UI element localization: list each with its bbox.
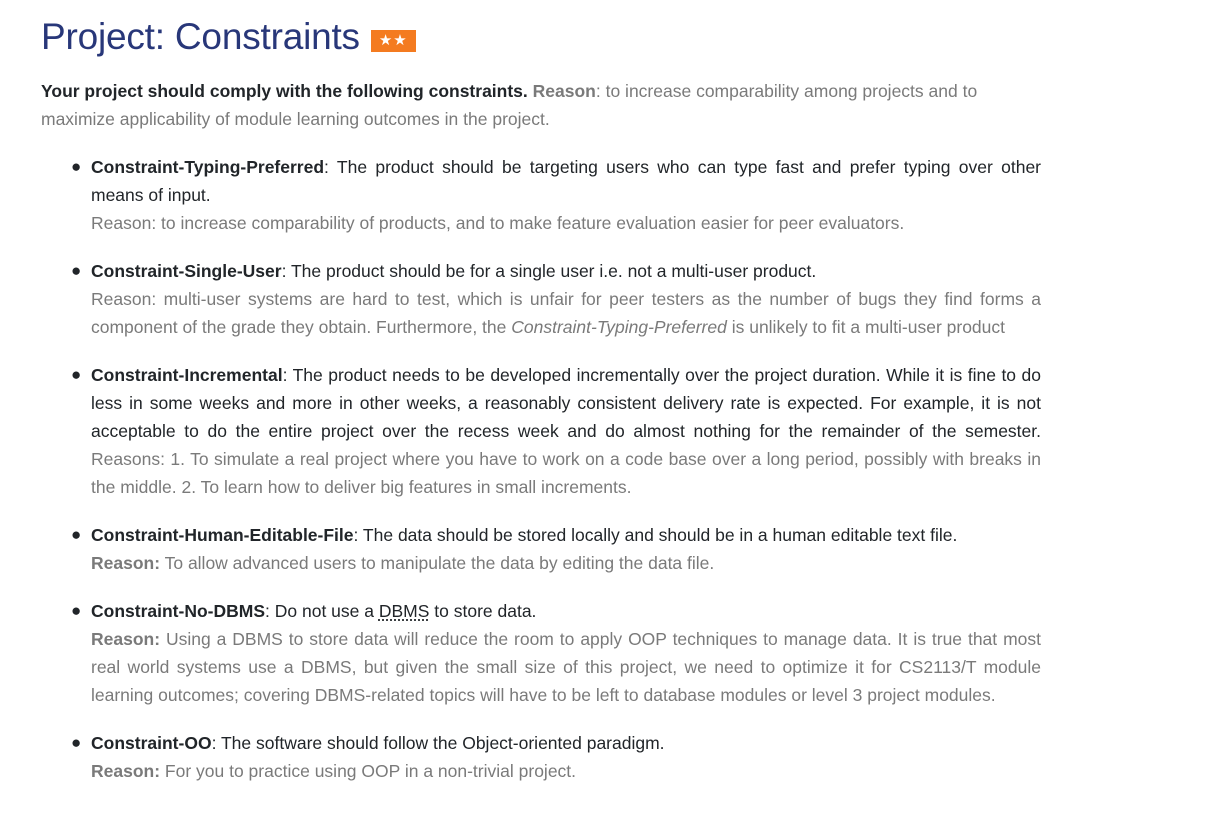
reason-emphasis: Constraint-Typing-Preferred [511, 317, 727, 337]
constraint-reason: To allow advanced users to manipulate th… [160, 553, 715, 573]
page: Project: Constraints ★★ Your project sho… [0, 0, 1218, 836]
constraint-typing-preferred: ● Constraint-Typing-Preferred: The produ… [71, 153, 1041, 237]
reason-text-after: is unlikely to fit a multi-user product [726, 317, 1006, 337]
constraint-name: Constraint-Human-Editable-File [91, 525, 354, 545]
constraint-reason-label: Reason: [91, 629, 161, 649]
intro-paragraph: Your project should comply with the foll… [41, 77, 1041, 133]
description-text-before: : Do not use a [265, 601, 379, 621]
constraint-description: : The product should be for a single use… [281, 261, 817, 281]
constraint-description: : The data should be stored locally and … [353, 525, 958, 545]
bullet-icon: ● [71, 601, 82, 620]
constraint-name: Constraint-Typing-Preferred [91, 157, 325, 177]
dbms-abbreviation[interactable]: DBMS [379, 601, 430, 621]
description-text-after: to store data. [429, 601, 537, 621]
constraint-reason: Reasons: 1. To simulate a real project w… [91, 449, 1041, 497]
constraint-reason-label: Reason: [91, 761, 161, 781]
constraint-reason: Using a DBMS to store data will reduce t… [91, 629, 1041, 705]
constraint-reason-label: Reason: [91, 553, 161, 573]
constraint-reason: Reason: multi-user systems are hard to t… [91, 289, 1041, 337]
constraint-single-user: ● Constraint-Single-User: The product sh… [71, 257, 1041, 341]
page-title: Project: Constraints [41, 16, 360, 57]
constraint-reason: Reason: to increase comparability of pro… [91, 213, 905, 233]
intro-lead: Your project should comply with the foll… [41, 81, 528, 101]
constraint-name: Constraint-No-DBMS [91, 601, 266, 621]
title-row: Project: Constraints ★★ [41, 14, 416, 60]
constraint-incremental: ● Constraint-Incremental: The product ne… [71, 361, 1041, 501]
constraint-description: : Do not use a DBMS to store data. [265, 601, 536, 621]
bullet-icon: ● [71, 157, 82, 176]
bullet-icon: ● [71, 733, 82, 752]
constraint-oo: ● Constraint-OO: The software should fol… [71, 729, 1041, 785]
intro-reason-label: Reason [532, 81, 596, 101]
bullet-icon: ● [71, 525, 82, 544]
bullet-icon: ● [71, 365, 82, 384]
constraint-name: Constraint-Incremental [91, 365, 283, 385]
constraints-list: ● Constraint-Typing-Preferred : The produ… [71, 153, 1041, 805]
constraint-reason: For you to practice using OOP in a non-t… [160, 761, 577, 781]
constraint-name: Constraint-Single-User [91, 261, 282, 281]
constraint-no-dbms: ● Constraint-No-DBMS: Do not use a DBMS … [71, 597, 1041, 709]
bullet-icon: ● [71, 261, 82, 280]
constraint-description: : The software should follow the Object-… [211, 733, 665, 753]
two-star-icon: ★★ [370, 30, 416, 52]
constraint-name: Constraint-OO [91, 733, 212, 753]
constraint-human-editable-file: ● Constraint-Human-Editable-File: The da… [71, 521, 1041, 577]
